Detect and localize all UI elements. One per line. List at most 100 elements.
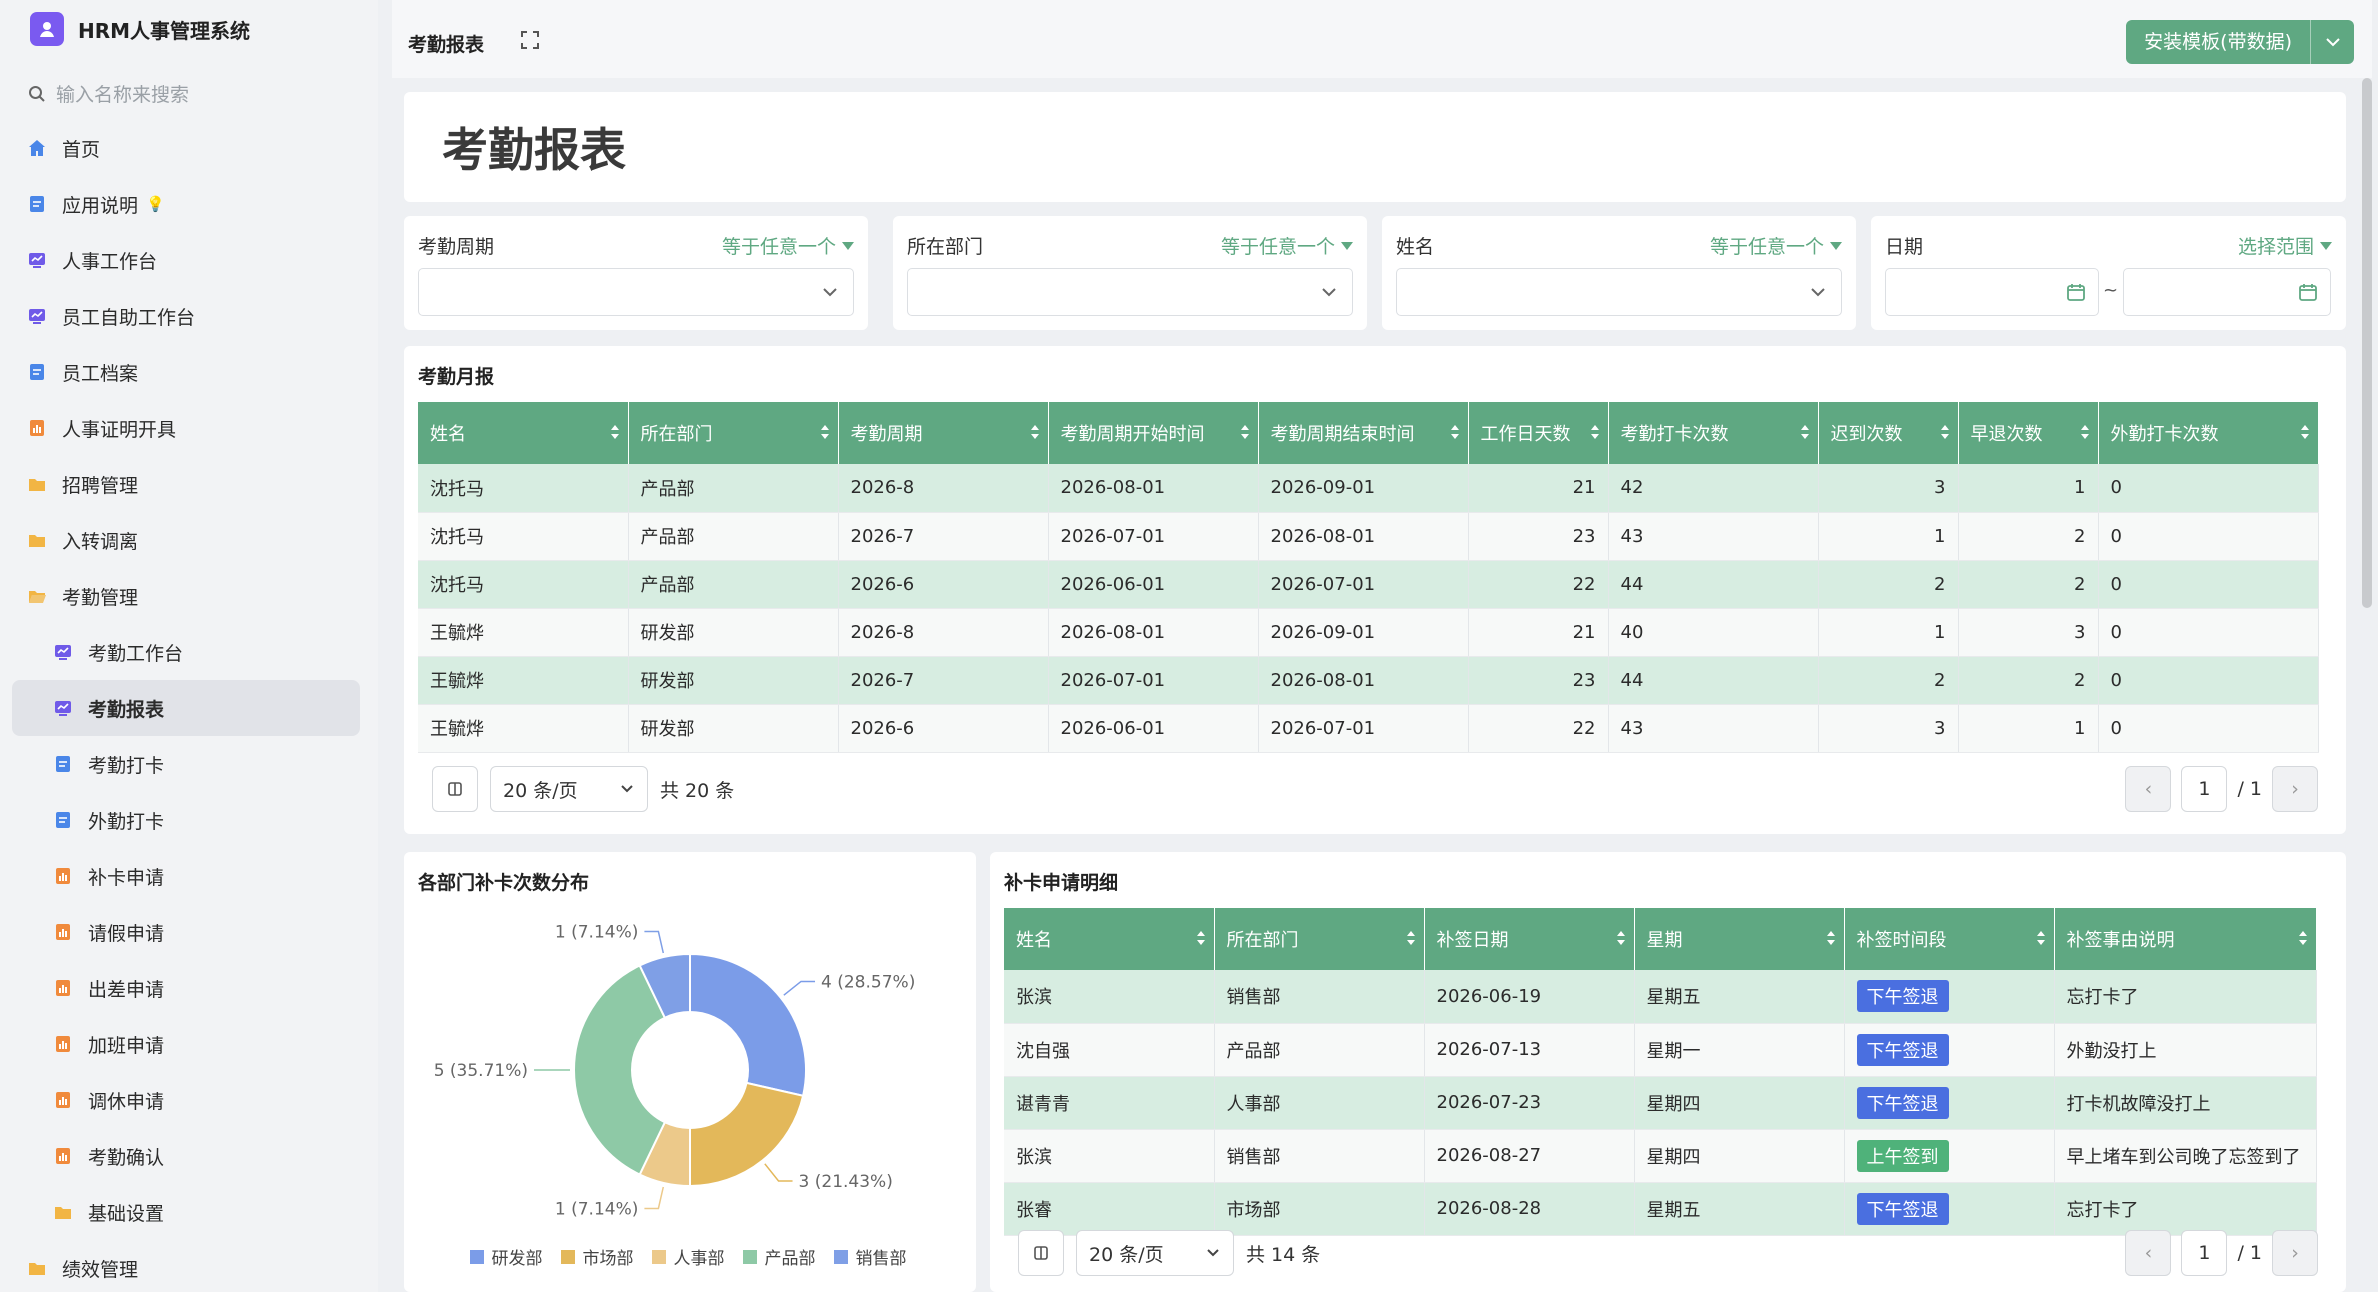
- column-header[interactable]: 考勤打卡次数: [1608, 402, 1819, 464]
- page-size-select[interactable]: 20 条/页: [1076, 1230, 1234, 1276]
- column-header[interactable]: 补签时间段: [1844, 908, 2055, 970]
- sidebar-item[interactable]: 外勤打卡: [12, 792, 360, 848]
- sort-icon[interactable]: [1616, 930, 1626, 946]
- pie-slice[interactable]: [689, 952, 807, 1098]
- legend-item[interactable]: 销售部: [833, 1244, 907, 1269]
- brand[interactable]: HRM人事管理系统: [30, 12, 250, 46]
- page-number-input[interactable]: 1: [2181, 1230, 2228, 1276]
- column-header[interactable]: 所在部门: [628, 402, 839, 464]
- column-header[interactable]: 补签日期: [1424, 908, 1635, 970]
- sort-icon[interactable]: [2080, 424, 2090, 440]
- sidebar-item[interactable]: 调休申请: [12, 1072, 360, 1128]
- sidebar-item[interactable]: 出差申请: [12, 960, 360, 1016]
- date-end-input[interactable]: [2123, 268, 2331, 316]
- filter-operator[interactable]: 等于任意一个: [1221, 232, 1353, 259]
- table-row[interactable]: 沈自强 产品部 2026-07-13 星期一 下午签退 外勤没打上: [1004, 1023, 2317, 1077]
- column-header[interactable]: 外勤打卡次数: [2098, 402, 2319, 464]
- table-row[interactable]: 沈托马 产品部 2026-6 2026-06-01 2026-07-01 22 44 2 2 0: [418, 560, 2319, 609]
- pie-slice[interactable]: [573, 964, 667, 1176]
- sidebar-item[interactable]: 绩效管理: [12, 1240, 360, 1292]
- menu-search[interactable]: 输入名称来搜索: [28, 80, 189, 107]
- column-settings-icon[interactable]: [1018, 1230, 1064, 1276]
- column-header[interactable]: 早退次数: [1958, 402, 2099, 464]
- next-page-icon[interactable]: ›: [2272, 766, 2318, 812]
- sidebar-item[interactable]: 考勤打卡: [12, 736, 360, 792]
- sidebar-item-label: 首页: [62, 138, 101, 161]
- pie-slice[interactable]: [689, 1081, 805, 1188]
- sidebar-item[interactable]: 首页: [12, 120, 360, 176]
- sort-icon[interactable]: [1240, 424, 1250, 440]
- sidebar-item[interactable]: 考勤工作台: [12, 624, 360, 680]
- table-row[interactable]: 张睿 市场部 2026-08-28 星期五 下午签退 忘打卡了: [1004, 1182, 2317, 1236]
- sort-icon[interactable]: [1030, 424, 1040, 440]
- legend-item[interactable]: 人事部: [651, 1244, 725, 1269]
- table-row[interactable]: 张滨 销售部 2026-08-27 星期四 上午签到 早上堵车到公司晚了忘签到了: [1004, 1129, 2317, 1183]
- table-row[interactable]: 沈托马 产品部 2026-7 2026-07-01 2026-08-01 23 43 1 2 0: [418, 512, 2319, 561]
- column-settings-icon[interactable]: [432, 766, 478, 812]
- sort-icon[interactable]: [1406, 930, 1416, 946]
- sort-icon[interactable]: [610, 424, 620, 440]
- table-row[interactable]: 王毓烨 研发部 2026-6 2026-06-01 2026-07-01 22 43 3 1 0: [418, 704, 2319, 753]
- sidebar-item[interactable]: 基础设置: [12, 1184, 360, 1240]
- table-row[interactable]: 王毓烨 研发部 2026-7 2026-07-01 2026-08-01 23 44 2 2 0: [418, 656, 2319, 705]
- sidebar-item[interactable]: 人事工作台: [12, 232, 360, 288]
- table-row[interactable]: 张滨 销售部 2026-06-19 星期五 下午签退 忘打卡了: [1004, 970, 2317, 1024]
- sidebar-item[interactable]: 员工档案: [12, 344, 360, 400]
- breadcrumb[interactable]: 考勤报表: [408, 30, 484, 57]
- sidebar-item[interactable]: 考勤确认: [12, 1128, 360, 1184]
- filter-operator[interactable]: 等于任意一个: [722, 232, 854, 259]
- sort-icon[interactable]: [1590, 424, 1600, 440]
- column-header[interactable]: 姓名: [418, 402, 629, 464]
- sort-icon[interactable]: [1826, 930, 1836, 946]
- table-row[interactable]: 沈托马 产品部 2026-8 2026-08-01 2026-09-01 21 42 3 1 0: [418, 464, 2319, 513]
- table-row[interactable]: 谌青青 人事部 2026-07-23 星期四 下午签退 打卡机故障没打上: [1004, 1076, 2317, 1130]
- legend-item[interactable]: 研发部: [469, 1244, 543, 1269]
- legend-item[interactable]: 市场部: [560, 1244, 634, 1269]
- table-row[interactable]: 王毓烨 研发部 2026-8 2026-08-01 2026-09-01 21 40 1 3 0: [418, 608, 2319, 657]
- search-input[interactable]: 输入名称来搜索: [56, 80, 189, 107]
- sidebar-item[interactable]: 入转调离: [12, 512, 360, 568]
- sidebar-item[interactable]: 考勤报表: [12, 680, 360, 736]
- sidebar-item[interactable]: 补卡申请: [12, 848, 360, 904]
- filter-name-select[interactable]: [1396, 268, 1842, 316]
- column-header[interactable]: 星期: [1634, 908, 1845, 970]
- sidebar-item[interactable]: 人事证明开具: [12, 400, 360, 456]
- sidebar-item[interactable]: 招聘管理: [12, 456, 360, 512]
- sort-icon[interactable]: [2300, 424, 2310, 440]
- column-header[interactable]: 所在部门: [1214, 908, 1425, 970]
- sort-icon[interactable]: [820, 424, 830, 440]
- column-header[interactable]: 补签事由说明: [2054, 908, 2317, 970]
- filter-period-select[interactable]: [418, 268, 854, 316]
- sort-icon[interactable]: [2036, 930, 2046, 946]
- sidebar-item[interactable]: 应用说明 💡: [12, 176, 360, 232]
- sort-icon[interactable]: [1940, 424, 1950, 440]
- page-scrollbar[interactable]: [2362, 78, 2372, 608]
- column-header[interactable]: 考勤周期开始时间: [1048, 402, 1259, 464]
- sidebar-item[interactable]: 加班申请: [12, 1016, 360, 1072]
- next-page-icon[interactable]: ›: [2272, 1230, 2318, 1276]
- filter-dept-select[interactable]: [907, 268, 1353, 316]
- page-size-select[interactable]: 20 条/页: [490, 766, 648, 812]
- sort-icon[interactable]: [1450, 424, 1460, 440]
- sidebar-item[interactable]: 考勤管理: [12, 568, 360, 624]
- page-number-input[interactable]: 1: [2181, 766, 2228, 812]
- prev-page-icon[interactable]: ‹: [2125, 1230, 2172, 1276]
- sidebar-item[interactable]: 请假申请: [12, 904, 360, 960]
- legend-item[interactable]: 产品部: [742, 1244, 816, 1269]
- column-header[interactable]: 姓名: [1004, 908, 1215, 970]
- prev-page-icon[interactable]: ‹: [2125, 766, 2172, 812]
- chevron-down-icon[interactable]: [2310, 20, 2354, 64]
- column-header[interactable]: 考勤周期结束时间: [1258, 402, 1469, 464]
- date-start-input[interactable]: [1885, 268, 2099, 316]
- sort-icon[interactable]: [1800, 424, 1810, 440]
- column-header[interactable]: 迟到次数: [1818, 402, 1959, 464]
- column-header[interactable]: 考勤周期: [838, 402, 1049, 464]
- sidebar-item[interactable]: 员工自助工作台: [12, 288, 360, 344]
- sort-icon[interactable]: [2298, 930, 2308, 946]
- filter-operator[interactable]: 选择范围: [2238, 232, 2332, 259]
- filter-operator[interactable]: 等于任意一个: [1710, 232, 1842, 259]
- fullscreen-icon[interactable]: [520, 30, 540, 55]
- sort-icon[interactable]: [1196, 930, 1206, 946]
- column-header[interactable]: 工作日天数: [1468, 402, 1609, 464]
- install-template-button[interactable]: 安装模板(带数据): [2126, 20, 2354, 64]
